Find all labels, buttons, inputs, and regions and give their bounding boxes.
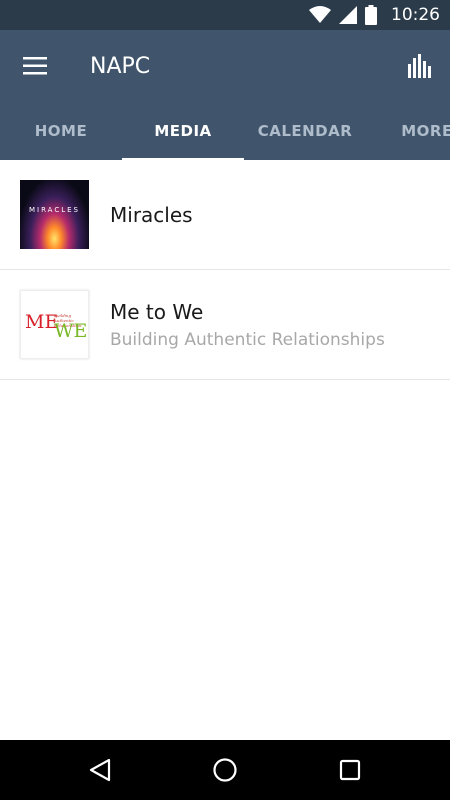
cell-signal-icon — [339, 6, 357, 24]
list-item-title: Miracles — [110, 202, 193, 227]
list-item-subtitle: Building Authentic Relationships — [110, 329, 385, 350]
back-icon[interactable] — [85, 755, 115, 785]
bar-chart-icon[interactable] — [402, 48, 438, 84]
tab-calendar[interactable]: CALENDAR — [244, 102, 366, 160]
system-nav-bar — [0, 740, 450, 800]
wifi-icon — [309, 6, 331, 24]
status-time: 10:26 — [391, 5, 440, 25]
me-to-we-thumbnail: ME Building Authentic Relationships WE — [20, 290, 89, 359]
hamburger-menu-icon[interactable] — [0, 30, 70, 102]
list-item-title: Me to We — [110, 299, 204, 324]
list-item-miracles[interactable]: MIRACLES Miracles — [0, 160, 450, 270]
tab-home[interactable]: HOME — [0, 102, 122, 160]
tab-more[interactable]: MORE — [366, 102, 450, 160]
thumbnail-text: MIRACLES — [28, 206, 80, 214]
app-title: NAPC — [90, 53, 151, 79]
app-bar: NAPC — [0, 30, 450, 102]
tab-bar: HOME MEDIA CALENDAR MORE — [0, 102, 450, 160]
battery-icon — [365, 5, 377, 25]
thumbnail-we-text: WE — [54, 320, 88, 342]
tab-media[interactable]: MEDIA — [122, 102, 244, 160]
miracles-thumbnail: MIRACLES — [20, 180, 89, 249]
list-item-me-to-we[interactable]: ME Building Authentic Relationships WE M… — [0, 270, 450, 380]
home-icon[interactable] — [210, 755, 240, 785]
recents-icon[interactable] — [335, 755, 365, 785]
status-bar: 10:26 — [0, 0, 450, 30]
media-list: MIRACLES Miracles ME Building Authentic … — [0, 160, 450, 380]
